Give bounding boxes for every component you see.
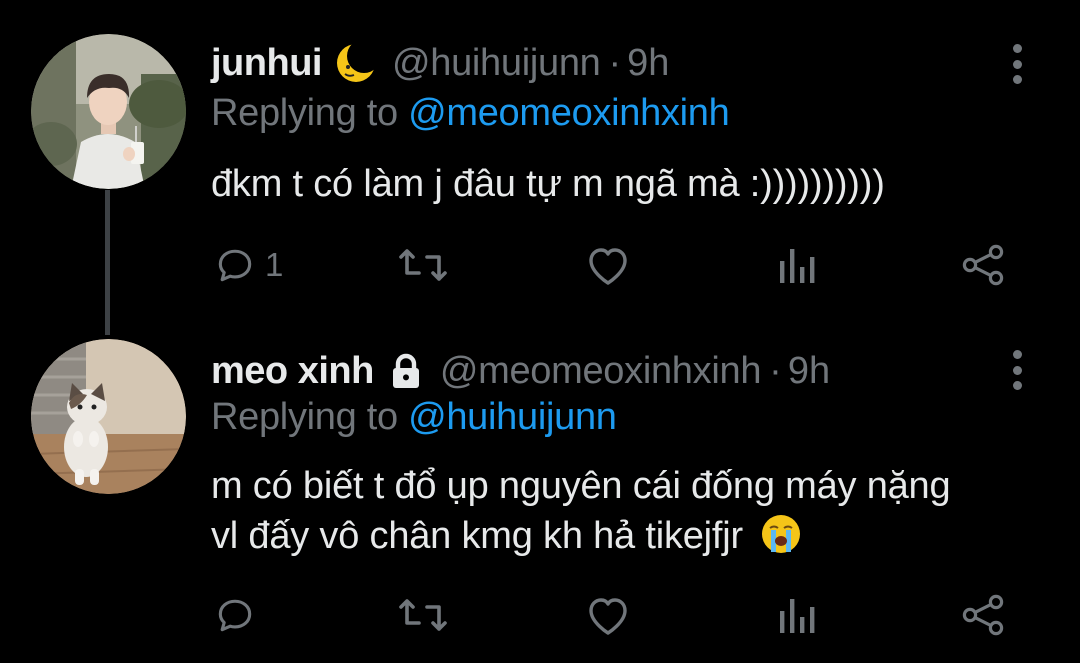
replying-to-label: Replying to [211, 92, 398, 134]
user-handle[interactable]: @huihuijunn [392, 42, 601, 85]
tweet-text-line-2: vl đấy vô chân kmg kh hả tikejfjr [211, 511, 1051, 561]
tweet-junhui[interactable]: junhui @huihuijunn · 9h Replying to @meo… [0, 0, 1080, 335]
tweet-text-line-content: vl đấy vô chân kmg kh hả tikejfjr [211, 515, 743, 557]
more-options-icon[interactable] [1007, 44, 1027, 84]
reply-icon [218, 599, 252, 632]
tweet-actions: 1 [0, 240, 1080, 290]
replying-to-line: Replying to @huihuijunn [211, 396, 617, 439]
views-button[interactable] [774, 590, 818, 640]
retweet-button[interactable] [397, 590, 449, 640]
heart-icon [589, 598, 627, 635]
tweet-header: junhui @huihuijunn · 9h [211, 38, 669, 88]
separator-dot: · [769, 349, 782, 392]
retweet-icon [399, 599, 447, 631]
reply-count: 1 [265, 246, 284, 283]
analytics-icon [780, 599, 815, 633]
views-button[interactable] [774, 240, 818, 290]
tweet-actions [0, 590, 1080, 640]
display-name[interactable]: junhui [211, 42, 322, 85]
reply-button[interactable]: 1 [213, 240, 283, 290]
tweet-text: đkm t có làm j đâu tự m ngã mà :))))))))… [211, 159, 1051, 209]
replying-to-label: Replying to [211, 396, 398, 438]
crescent-moon-icon [334, 41, 378, 85]
timestamp[interactable]: 9h [788, 350, 830, 393]
tweet-text: m có biết t đổ ụp nguyên cái đống máy nặ… [211, 461, 1051, 561]
tweet-meo-xinh[interactable]: meo xinh @meomeoxinhxinh · 9h Replying t… [0, 330, 1080, 663]
reply-button[interactable] [213, 590, 265, 640]
reply-icon [218, 249, 252, 282]
analytics-icon [780, 249, 815, 283]
avatar-meo-xinh[interactable] [31, 339, 186, 494]
tweet-text-line: m có biết t đổ ụp nguyên cái đống máy nặ… [211, 465, 951, 507]
like-button[interactable] [584, 590, 632, 640]
tweet-text-line: đkm t có làm j đâu tự m ngã mà :))))))))… [211, 163, 885, 205]
user-handle[interactable]: @meomeoxinhxinh [440, 350, 762, 393]
share-icon [962, 594, 1004, 636]
like-button[interactable] [584, 240, 632, 290]
lock-icon [386, 351, 426, 391]
tweet-header: meo xinh @meomeoxinhxinh · 9h [211, 346, 830, 396]
display-name[interactable]: meo xinh [211, 350, 374, 393]
avatar-junhui[interactable] [31, 34, 186, 189]
replying-to-handle[interactable]: @meomeoxinhxinh [408, 92, 730, 134]
share-icon [962, 244, 1004, 286]
timestamp[interactable]: 9h [627, 42, 669, 85]
share-button[interactable] [960, 240, 1006, 290]
more-options-icon[interactable] [1007, 350, 1027, 390]
retweet-icon [399, 249, 447, 281]
retweet-button[interactable] [397, 240, 449, 290]
replying-to-line: Replying to @meomeoxinhxinh [211, 92, 730, 135]
separator-dot: · [608, 41, 622, 84]
heart-icon [589, 248, 627, 285]
loudly-crying-face-icon [762, 515, 801, 553]
replying-to-handle[interactable]: @huihuijunn [408, 396, 617, 438]
share-button[interactable] [960, 590, 1006, 640]
